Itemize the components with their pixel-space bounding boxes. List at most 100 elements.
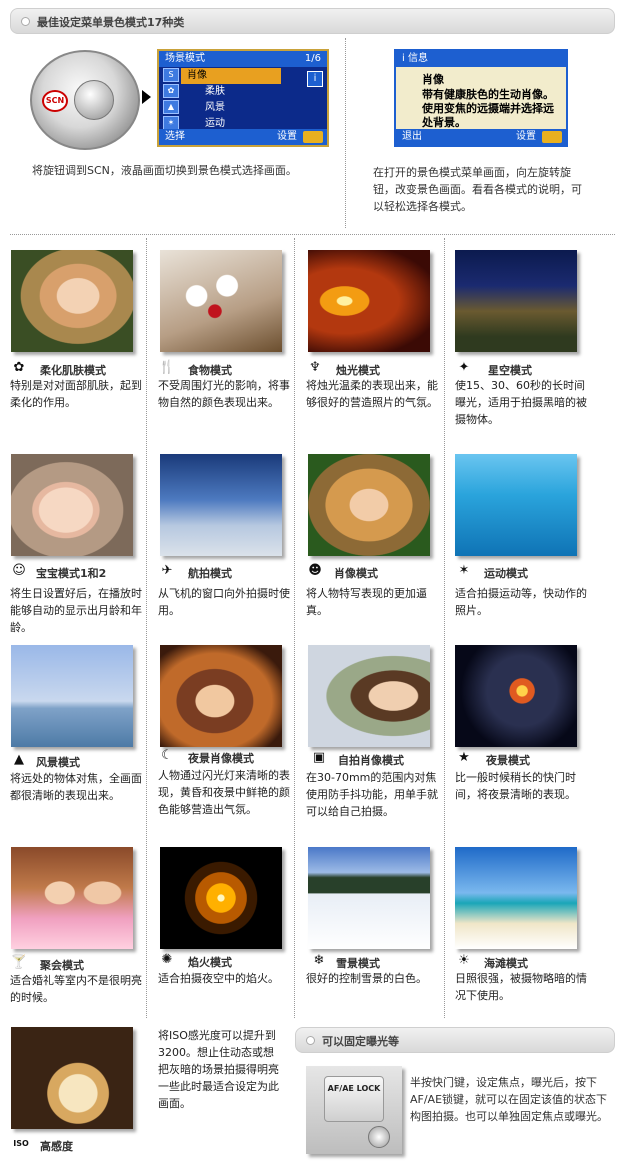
bullet-icon [306,1036,315,1045]
photo-candle [308,250,430,352]
photo-fireworks [160,847,282,949]
lcd-footer-set: 设置 [516,131,536,142]
baby-icon: ☺ [12,563,26,578]
mode-title: 自拍肖像模式 [338,754,404,767]
scn-label: SCN [42,90,68,112]
high-sensitivity-icon: ISO [13,1139,29,1148]
starry-sky-icon: ✦ [458,360,470,375]
divider [146,238,147,1018]
mode-description: 在30-70mm的范围内对焦使用防手抖功能，用单手就可以给自己拍摄。 [306,771,438,818]
soft-skin-icon: ✿ [163,84,179,98]
photo-party [11,847,133,949]
divider [345,38,346,228]
exposure-lock-description: 半按快门键，设定焦点，曝光后，按下AF/AE锁键，就可以在固定该值的状态下构图拍… [410,1076,608,1123]
lcd-footer-exit: 退出 [402,131,422,142]
menu-icon [542,131,562,143]
photo-self-portrait [308,645,430,747]
lcd-footer: 退出 设置 [396,129,566,145]
mode-description: 从飞机的窗口向外拍摄时使用。 [158,587,290,617]
mode-title: 运动模式 [484,567,528,580]
mode-title: 柔化肌肤模式 [40,364,106,377]
beach-icon: ☀ [458,953,470,968]
lcd-header: 场景模式 1/6 [159,51,327,67]
mode-description: 比一般时候稍长的快门时间，将夜景清晰的表现。 [455,771,576,801]
photo-baby [11,454,133,556]
mode-description: 将生日设置好后，在播放时能够自动的显示出月龄和年龄。 [10,587,142,634]
mode-title: 航拍模式 [188,567,232,580]
section-title: 最佳设定菜单景色模式17种类 [37,16,185,29]
mode-description: 不受周围灯光的影响，将事物自然的颜色表现出来。 [158,379,290,409]
portrait-icon: ☻ [308,563,322,578]
lcd-footer: 选择 设置 [159,129,327,145]
lcd-item: 风景 [205,102,225,113]
landscape-icon: ▲ [163,100,179,114]
divider [294,238,295,1018]
scene-mode-lcd: 场景模式 1/6 S 肖像 ✿ 柔肤 ▲ 风景 ✶ 运动 i 选择 设置 [157,49,329,147]
info-text: 肖像 带有健康肤色的生动肖像。使用变焦的远摄端并选择远处背景。 [422,73,562,130]
mode-title: 聚会模式 [40,959,84,972]
info-lcd: i 信息 肖像 带有健康肤色的生动肖像。使用变焦的远摄端并选择远处背景。 退出 … [394,49,568,147]
mode-title: 焰火模式 [188,956,232,969]
mode-title: 宝宝模式1和2 [36,567,107,580]
night-scene-icon: ★ [458,750,470,765]
soft-skin-icon: ✿ [13,360,25,375]
menu-icon [303,131,323,143]
photo-night-scene [455,645,577,747]
night-portrait-icon: ☾ [161,748,173,763]
photo-snow [308,847,430,949]
mode-title: 星空模式 [488,364,532,377]
landscape-icon: ▲ [14,752,24,767]
mode-description: 特别是对对面部肌肤，起到柔化的作用。 [10,379,142,409]
photo-beach [455,847,577,949]
mode-title: 高感度 [40,1140,73,1153]
mode-title: 肖像模式 [334,567,378,580]
mode-title: 夜景肖像模式 [188,752,254,765]
mode-description: 将烛光温柔的表现出来，能够很好的营造照片的气氛。 [306,379,438,409]
mode-description: 人物通过闪光灯来清晰的表现，黄昏和夜景中鲜艳的颜色能够营造出气氛。 [158,769,290,816]
photo-high-sensitivity [11,1027,133,1129]
lcd-footer-select: 选择 [165,131,185,142]
mode-title: 食物模式 [188,364,232,377]
party-icon: 🍸 [10,955,28,970]
photo-portrait [308,454,430,556]
top-right-description: 在打开的景色模式菜单画面，向左旋转旋钮，改变景色画面。看看各模式的说明，可以轻松… [373,166,582,213]
fireworks-icon: ✺ [161,952,173,967]
photo-food [160,250,282,352]
candle-icon: ♆ [309,360,321,375]
top-left-description: 将旋钮调到SCN，液晶画面切换到景色模式选择画面。 [32,164,297,177]
mode-description: 很好的控制雪景的白色。 [306,972,427,985]
photo-starry-sky [455,250,577,352]
photo-sports [455,454,577,556]
photo-night-portrait [160,645,282,747]
mode-description: 适合拍摄夜空中的焰火。 [158,972,279,985]
mode-description: 将远处的物体对焦，全画面都很清晰的表现出来。 [10,772,142,802]
sports-icon: ✶ [163,116,179,130]
lcd-item: 柔肤 [205,86,225,97]
mode-description: 将ISO感光度可以提升到3200。想止住动态或想把灰暗的场景拍摄得明亮一些此时最… [158,1029,279,1110]
mode-description: 适合拍摄运动等，快动作的照片。 [455,587,587,617]
lcd-item-selected: 肖像 [181,68,281,84]
mode-description: 使15、30、60秒的长时间曝光，适用于拍摄黑暗的被摄物体。 [455,379,587,426]
lcd-header-title: 场景模式 [165,53,205,64]
photo-soft-skin [11,250,133,352]
af-ae-lock-button [368,1126,390,1148]
bullet-icon [21,17,30,26]
snow-icon: ❄ [313,953,325,968]
info-body: 带有健康肤色的生动肖像。使用变焦的远摄端并选择远处背景。 [422,88,554,129]
self-portrait-icon: ▣ [312,750,326,765]
camera-back-image: AF/AE LOCK [306,1066,402,1154]
dial-knob [74,80,114,120]
divider [444,238,445,1018]
photo-landscape [11,645,133,747]
af-ae-lock-label: AF/AE LOCK [324,1076,384,1122]
photo-aerial [160,454,282,556]
lcd-footer-set: 设置 [277,131,297,142]
mode-title: 烛光模式 [336,364,380,377]
mode-title: 海滩模式 [484,957,528,970]
mode-title: 雪景模式 [336,957,380,970]
arrow-right-icon [142,90,151,104]
mode-description: 适合婚礼等室内不是很明亮的时候。 [10,974,142,1004]
sports-icon: ✶ [458,563,470,578]
lcd-header: i 信息 [396,51,566,67]
info-icon: i [307,71,323,87]
